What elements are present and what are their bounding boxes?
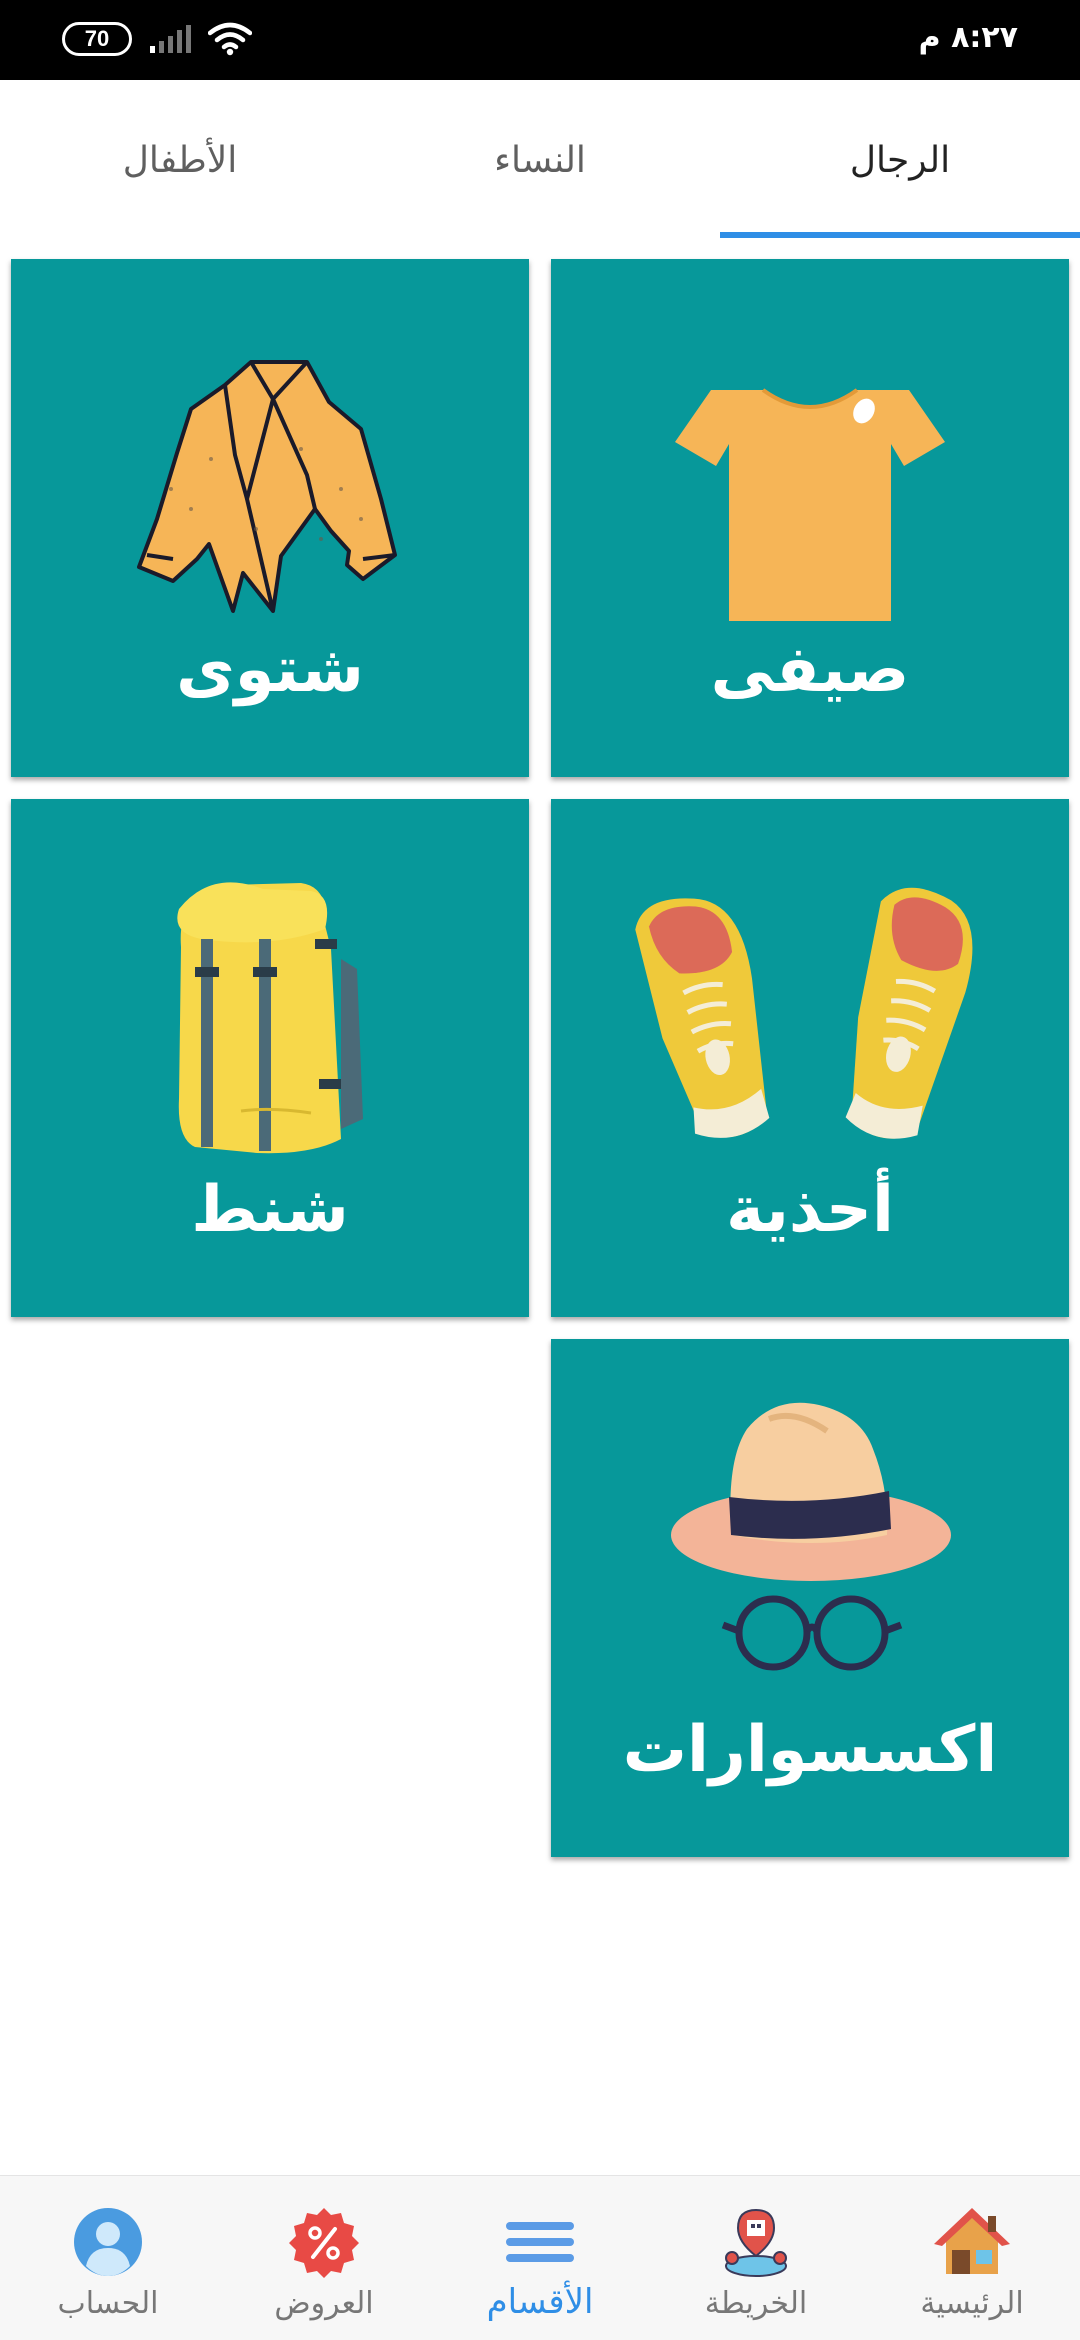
category-tile-bags[interactable]: شنط bbox=[11, 799, 529, 1317]
tab-women[interactable]: النساء bbox=[360, 80, 720, 240]
category-label: صيفى bbox=[710, 633, 910, 707]
signal-icon bbox=[148, 24, 192, 54]
nav-label: الرئيسية bbox=[920, 2286, 1024, 2321]
category-label: اكسسوارات bbox=[622, 1713, 998, 1787]
nav-label: الأقسام bbox=[486, 2282, 594, 2322]
nav-map[interactable]: الخريطة bbox=[648, 2176, 864, 2340]
battery-level: 70 bbox=[84, 26, 110, 51]
tab-kids[interactable]: الأطفال bbox=[0, 80, 360, 240]
sneakers-icon bbox=[635, 887, 973, 1139]
tab-men[interactable]: الرجال bbox=[720, 80, 1080, 240]
active-tab-indicator bbox=[720, 232, 1080, 238]
discount-icon bbox=[289, 2208, 359, 2278]
category-tile-summer[interactable]: صيفى bbox=[551, 259, 1069, 777]
nav-home[interactable]: الرئيسية bbox=[864, 2176, 1080, 2340]
home-icon bbox=[934, 2208, 1010, 2274]
battery-icon: 70 bbox=[62, 22, 132, 56]
menu-icon bbox=[506, 2222, 574, 2262]
backpack-icon bbox=[177, 882, 363, 1154]
category-tile-winter[interactable]: شتوى bbox=[11, 259, 529, 777]
wifi-icon bbox=[208, 22, 252, 56]
status-bar: 70 ٨:٢٧ م bbox=[0, 0, 1080, 80]
hat-glasses-icon bbox=[671, 1402, 951, 1671]
nav-label: العروض bbox=[274, 2286, 374, 2321]
category-label: شنط bbox=[191, 1173, 349, 1247]
category-label: شتوى bbox=[176, 633, 364, 707]
nav-account[interactable]: الحساب bbox=[0, 2176, 216, 2340]
user-icon bbox=[74, 2208, 142, 2276]
status-time: ٨:٢٧ م bbox=[918, 20, 1018, 55]
nav-label: الحساب bbox=[57, 2286, 159, 2321]
nav-label: الخريطة bbox=[704, 2286, 808, 2321]
category-tile-accessories[interactable]: اكسسوارات bbox=[551, 1339, 1069, 1857]
jacket-icon bbox=[137, 360, 397, 613]
category-label: أحذية bbox=[726, 1173, 894, 1247]
status-icons: 70 bbox=[62, 22, 252, 56]
map-icon bbox=[725, 2208, 787, 2277]
nav-offers[interactable]: العروض bbox=[216, 2176, 432, 2340]
nav-categories[interactable]: الأقسام bbox=[432, 2176, 648, 2340]
category-tabs: الرجال النساء الأطفال bbox=[0, 80, 1080, 240]
bottom-navigation: الرئيسية الخريطة الأقسام العروض الحساب bbox=[0, 2175, 1080, 2340]
category-tile-shoes[interactable]: أحذية bbox=[551, 799, 1069, 1317]
tshirt-icon bbox=[675, 388, 945, 621]
